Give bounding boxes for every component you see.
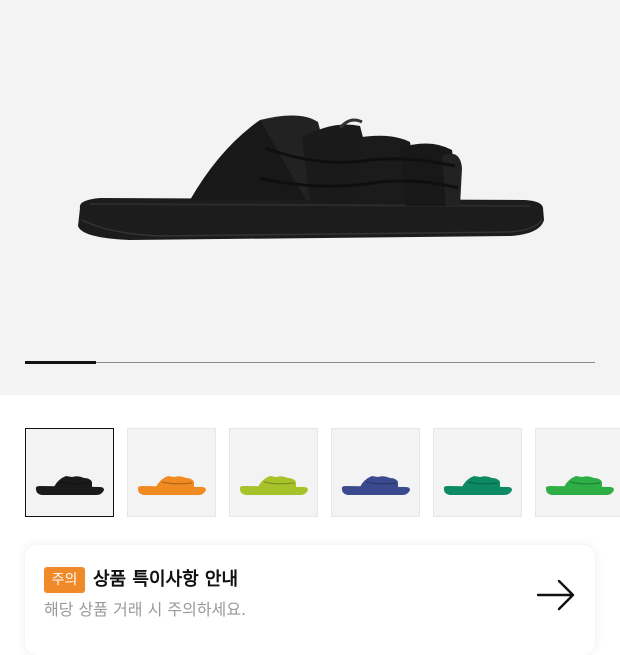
carousel-progress-fill bbox=[25, 361, 97, 364]
color-variant-thumb-black[interactable] bbox=[25, 428, 114, 517]
sandal-thumbnail-image bbox=[35, 476, 105, 495]
notice-card[interactable]: 주의 상품 특이사항 안내 해당 상품 거래 시 주의하세요. bbox=[25, 545, 595, 655]
color-variant-thumb-orange[interactable] bbox=[127, 428, 216, 517]
sandal-thumbnail-image bbox=[443, 476, 512, 495]
caution-badge: 주의 bbox=[44, 567, 85, 593]
color-variant-list bbox=[25, 428, 620, 517]
notice-subtitle: 해당 상품 거래 시 주의하세요. bbox=[44, 600, 247, 619]
color-variant-thumb-lime[interactable] bbox=[229, 428, 318, 517]
product-image-carousel[interactable] bbox=[0, 0, 620, 395]
arrow-right-icon[interactable] bbox=[533, 575, 579, 615]
color-variant-thumb-teal[interactable] bbox=[433, 428, 522, 517]
color-variant-thumb-navy[interactable] bbox=[331, 428, 420, 517]
notice-title: 상품 특이사항 안내 bbox=[93, 569, 239, 590]
sandal-thumbnail-image bbox=[239, 476, 308, 495]
color-variant-thumb-green[interactable] bbox=[535, 428, 620, 517]
product-image bbox=[78, 115, 544, 240]
sandal-thumbnail-image bbox=[545, 476, 614, 495]
sandal-thumbnail-image bbox=[341, 476, 410, 495]
sandal-thumbnail-image bbox=[137, 476, 206, 495]
carousel-progress-track bbox=[25, 361, 595, 364]
